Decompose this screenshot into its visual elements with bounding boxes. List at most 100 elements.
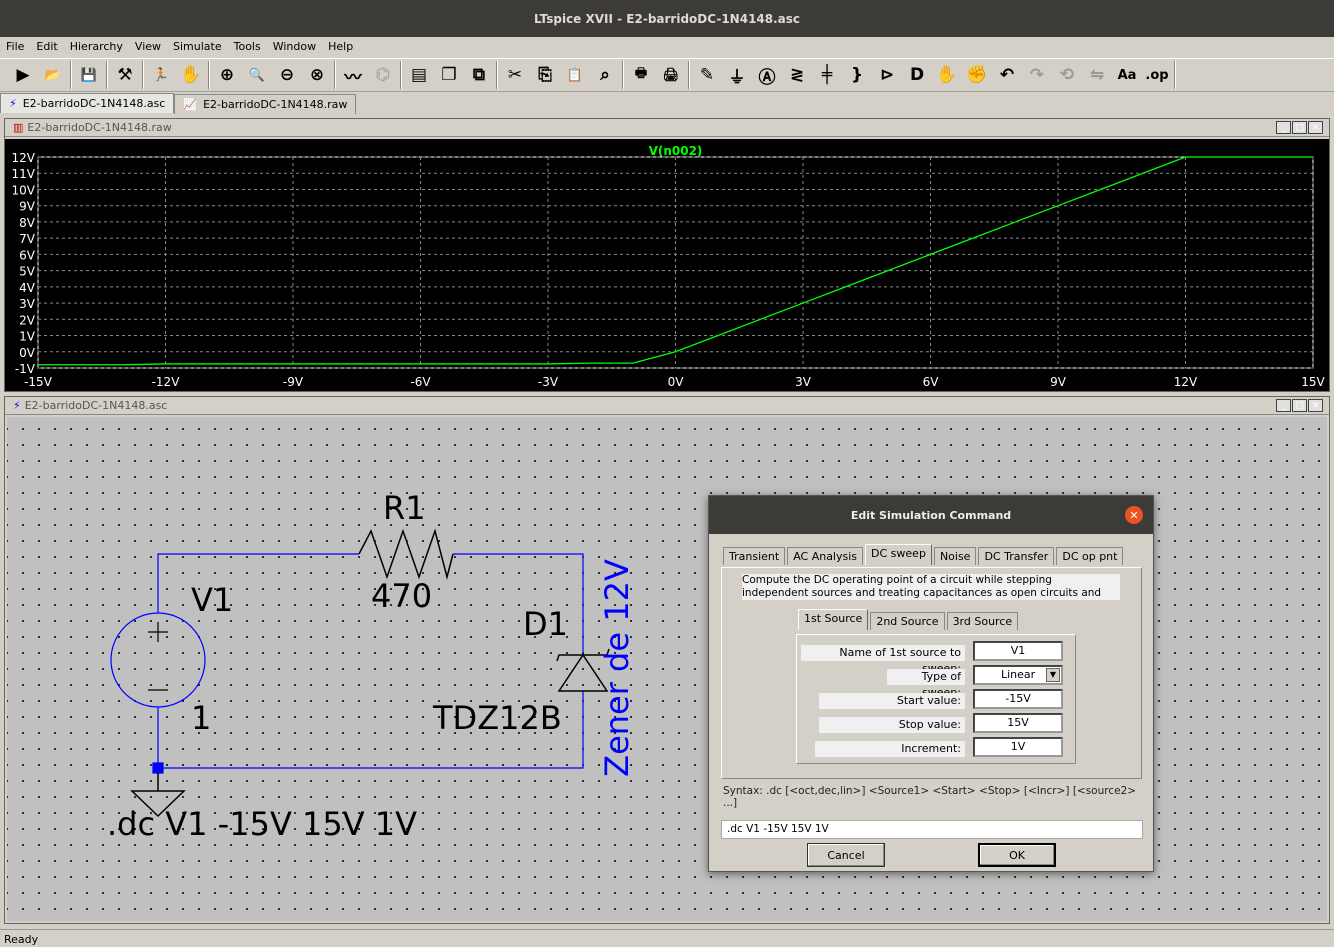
d1-value[interactable]: TDZ12B (433, 699, 562, 737)
stop-value-input[interactable]: 15V (973, 713, 1063, 733)
cancel-button[interactable]: Cancel (807, 843, 885, 867)
close-windows-icon[interactable]: ⧉ (464, 61, 494, 89)
toolbar-separator (70, 61, 72, 89)
minimize-button[interactable]: _ (1276, 399, 1291, 412)
x-tick-label: 6V (923, 375, 940, 389)
tab-dc-op-pnt[interactable]: DC op pnt (1056, 547, 1124, 565)
close-button[interactable]: ✕ (1308, 121, 1323, 134)
resistor-icon[interactable]: ≷ (782, 61, 812, 89)
tab-waveform[interactable]: 📈 E2-barridoDC-1N4148.raw (174, 94, 357, 114)
sweep-type-select[interactable]: Linear ▼ (973, 665, 1063, 685)
menu-hierarchy[interactable]: Hierarchy (64, 40, 129, 56)
capacitor-icon[interactable]: ╪ (812, 61, 842, 89)
tab-ac-analysis[interactable]: AC Analysis (787, 547, 864, 565)
print-icon[interactable]: 🖨 (656, 61, 686, 89)
copy-icon[interactable]: ⎘ (530, 61, 560, 89)
open-icon[interactable]: 📂 (38, 61, 68, 89)
d1-name[interactable]: D1 (523, 605, 568, 643)
zoom-fit-icon[interactable]: ⊗ (302, 61, 332, 89)
maximize-button[interactable]: □ (1292, 121, 1307, 134)
cascade-icon[interactable]: ❐ (434, 61, 464, 89)
v1-name[interactable]: V1 (191, 581, 233, 619)
tab-2nd-source[interactable]: 2nd Source (870, 612, 945, 630)
schematic-icon: ⚡ (13, 399, 21, 412)
hand-icon[interactable]: ✋ (176, 61, 206, 89)
spice-directive-icon[interactable]: .op (1142, 61, 1172, 89)
increment-input[interactable]: 1V (973, 737, 1063, 757)
inductor-icon[interactable]: } (842, 61, 872, 89)
x-tick-label: -3V (538, 375, 559, 389)
halt-icon[interactable]: 🏃 (146, 61, 176, 89)
toolbar-separator (208, 61, 210, 89)
cut-icon[interactable]: ✂ (500, 61, 530, 89)
component-icon[interactable]: D (902, 61, 932, 89)
description-text: Compute the DC operating point of a circ… (742, 574, 1120, 600)
zoom-pan-icon[interactable]: 🔍 (242, 61, 272, 89)
mirror-icon[interactable]: ⇋ (1082, 61, 1112, 89)
close-icon[interactable]: ✕ (1125, 506, 1143, 524)
waveform-plot[interactable]: 12V 11V 10V 9V 8V 7V 6V 5V 4V 3V 2V 1V 0V -1V-15V -12V… (5, 139, 1329, 391)
drag-icon[interactable]: ✊ (962, 61, 992, 89)
draw-wire-icon[interactable]: ✎ (692, 61, 722, 89)
y-tick-label: 1V (19, 330, 36, 344)
menu-tools[interactable]: Tools (228, 40, 267, 56)
v1-value[interactable]: 1 (191, 699, 211, 737)
trace-label[interactable]: V(n002) (649, 144, 703, 158)
y-tick-label: 4V (19, 281, 36, 295)
zoom-out-icon[interactable]: ⊖ (272, 61, 302, 89)
type-label: Type of sweep: (887, 669, 965, 699)
menu-window[interactable]: Window (267, 40, 322, 56)
x-tick-label: 0V (668, 375, 685, 389)
start-label: Start value: (819, 693, 965, 709)
move-icon[interactable]: ✋ (932, 61, 962, 89)
r1-value[interactable]: 470 (371, 577, 432, 615)
paste-icon[interactable]: 📋 (560, 61, 590, 89)
ok-button[interactable]: OK (978, 843, 1056, 867)
tab-transient[interactable]: Transient (723, 547, 786, 565)
maximize-button[interactable]: □ (1292, 399, 1307, 412)
plot-window-header: ▥ E2-barridoDC-1N4148.raw _ □ ✕ (5, 119, 1329, 137)
x-tick-label: -9V (283, 375, 304, 389)
diode-icon[interactable]: ⊳ (872, 61, 902, 89)
ground-icon[interactable]: ⏚ (722, 61, 752, 89)
redo-icon[interactable]: ↷ (1022, 61, 1052, 89)
tab-dc-transfer[interactable]: DC Transfer (978, 547, 1055, 565)
chevron-down-icon[interactable]: ▼ (1046, 668, 1060, 682)
tab-noise[interactable]: Noise (933, 547, 977, 565)
annotation-text[interactable]: Zener de 12V (598, 508, 636, 828)
tab-3rd-source[interactable]: 3rd Source (946, 612, 1019, 630)
find-icon[interactable]: ⌕ (590, 61, 620, 89)
source-name-input[interactable]: V1 (973, 641, 1063, 661)
undo-icon[interactable]: ↶ (992, 61, 1022, 89)
start-value-input[interactable]: -15V (973, 689, 1063, 709)
x-tick-label: 9V (1050, 375, 1067, 389)
toolbar-separator (106, 61, 108, 89)
menu-simulate[interactable]: Simulate (167, 40, 228, 56)
print-preview-icon[interactable]: 🖶 (626, 61, 656, 89)
spice-directive[interactable]: .dc V1 -15V 15V 1V (107, 805, 417, 843)
tab-schematic[interactable]: ⚡ E2-barridoDC-1N4148.asc (0, 93, 175, 113)
rotate-icon[interactable]: ⟲ (1052, 61, 1082, 89)
autorange-icon[interactable]: ⌬ (368, 61, 398, 89)
tab-dc-sweep[interactable]: DC sweep (865, 544, 932, 565)
x-tick-label: -15V (24, 375, 53, 389)
menu-view[interactable]: View (129, 40, 167, 56)
tile-horizontal-icon[interactable]: ▤ (404, 61, 434, 89)
minimize-button[interactable]: _ (1276, 121, 1291, 134)
control-panel-icon[interactable]: ⚒ (110, 61, 140, 89)
save-icon[interactable]: 💾 (74, 61, 104, 89)
waveform-icon[interactable]: 〰 (338, 61, 368, 89)
menu-edit[interactable]: Edit (30, 40, 63, 56)
label-net-icon[interactable]: Ⓐ (752, 61, 782, 89)
command-input[interactable]: .dc V1 -15V 15V 1V (721, 820, 1143, 839)
menu-file[interactable]: File (0, 40, 30, 56)
toolbar-separator (496, 61, 498, 89)
r1-name[interactable]: R1 (383, 489, 426, 527)
zoom-in-icon[interactable]: ⊕ (212, 61, 242, 89)
tab-1st-source[interactable]: 1st Source (798, 609, 869, 630)
close-button[interactable]: ✕ (1308, 399, 1323, 412)
menu-help[interactable]: Help (322, 40, 359, 56)
y-tick-label: 10V (12, 183, 36, 197)
run-icon[interactable]: ▶ (8, 61, 38, 89)
text-icon[interactable]: Aa (1112, 61, 1142, 89)
